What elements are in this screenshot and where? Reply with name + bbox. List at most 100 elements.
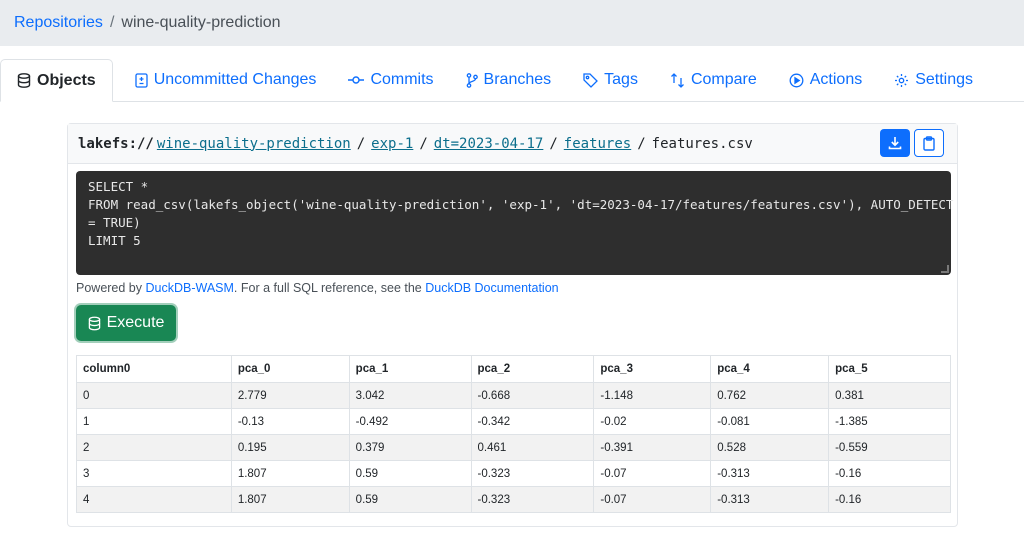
tab-settings[interactable]: Settings [878,59,989,101]
table-cell: 0.195 [230,434,350,461]
breadcrumb: Repositories / wine-quality-prediction [0,0,1024,46]
tab-actions[interactable]: Actions [773,59,878,101]
tab-branches-label: Branches [483,71,552,88]
table-cell: -0.323 [470,486,595,513]
column-header: pca_5 [828,355,951,383]
table-cell: -1.385 [828,408,951,435]
breadcrumb-repositories-link[interactable]: Repositories [14,14,103,32]
table-cell: -0.313 [710,486,830,513]
path-separator: / [549,135,558,152]
gear-icon [894,73,909,88]
breadcrumb-repo-name: wine-quality-prediction [121,14,281,31]
results-header-row: column0 pca_0 pca_1 pca_2 pca_3 pca_4 pc… [76,355,951,383]
tag-icon [583,72,599,88]
branch-icon [466,72,478,88]
tab-uncommitted-changes[interactable]: Uncommitted Changes [119,59,333,101]
path-separator: / [637,135,646,152]
table-cell: -0.07 [593,460,712,487]
column-header: pca_1 [348,355,472,383]
table-cell: -0.081 [710,408,830,435]
path-scheme: lakefs:// [78,135,154,152]
table-row: 4 1.807 0.59 -0.323 -0.07 -0.313 -0.16 [76,486,951,513]
path-features-link[interactable]: features [564,136,631,152]
table-cell: 1.807 [230,460,350,487]
resize-handle[interactable] [941,265,949,273]
download-button[interactable] [880,129,910,157]
sql-line: FROM read_csv(lakefs_object('wine-qualit… [88,197,954,212]
column-header: pca_3 [593,355,712,383]
tab-branches[interactable]: Branches [450,59,568,101]
tab-objects-label: Objects [37,71,96,89]
breadcrumb-separator: / [109,14,115,31]
powered-prefix: Powered by [76,281,146,295]
table-cell: 3 [76,460,232,487]
tab-settings-label: Settings [915,71,974,88]
table-cell: -0.02 [593,408,712,435]
path-separator: / [356,135,366,152]
object-path-header: lakefs:// wine-quality-prediction / exp-… [68,124,957,164]
table-cell: 0.461 [470,434,595,461]
tab-objects[interactable]: Objects [0,59,113,102]
repo-tabs: Objects Uncommitted Changes Commits Bran… [0,59,1024,102]
table-cell: -0.323 [470,460,595,487]
table-cell: -0.313 [710,460,830,487]
table-cell: 3.042 [348,382,472,409]
tab-actions-label: Actions [809,71,863,88]
execute-label: Execute [106,314,165,331]
tab-tags[interactable]: Tags [567,59,654,101]
play-circle-icon [789,73,804,88]
table-row: 3 1.807 0.59 -0.323 -0.07 -0.313 -0.16 [76,460,951,487]
powered-by-text: Powered by DuckDB-WASM. For a full SQL r… [76,281,559,295]
copy-uri-button[interactable] [914,129,944,157]
sql-line: = TRUE) [88,215,141,230]
execute-button[interactable]: Execute [76,305,176,341]
database-icon [88,316,101,331]
table-cell: -0.492 [348,408,472,435]
download-icon [888,136,902,150]
results-table: column0 pca_0 pca_1 pca_2 pca_3 pca_4 pc… [76,355,951,513]
column-header: column0 [76,355,232,383]
tab-uncommitted-changes-label: Uncommitted Changes [153,71,317,88]
table-cell: 0.59 [348,460,472,487]
table-cell: 1.807 [230,486,350,513]
path-file-name: features.csv [651,135,753,152]
object-viewer-card: lakefs:// wine-quality-prediction / exp-… [67,123,958,527]
table-cell: 0.59 [348,486,472,513]
tab-compare-label: Compare [690,71,757,88]
sql-editor[interactable]: SELECT * FROM read_csv(lakefs_object('wi… [76,171,954,275]
table-row: 0 2.779 3.042 -0.668 -1.148 0.762 0.381 [76,382,951,409]
commit-icon [348,75,365,85]
table-cell: 0.379 [348,434,472,461]
table-cell: 0.762 [710,382,830,409]
powered-middle: . For a full SQL reference, see the [233,281,426,295]
table-cell: -0.668 [470,382,595,409]
table-cell: 2 [76,434,232,461]
table-cell: 0 [76,382,232,409]
table-cell: 2.779 [230,382,350,409]
duckdb-docs-link[interactable]: DuckDB Documentation [425,281,558,295]
clipboard-icon [923,135,935,151]
sql-line: LIMIT 5 [88,233,141,248]
column-header: pca_4 [710,355,830,383]
table-cell: -0.559 [828,434,951,461]
duckdb-wasm-link[interactable]: DuckDB-WASM [145,281,233,295]
tab-commits-label: Commits [370,71,434,88]
path-repo-link[interactable]: wine-quality-prediction [157,136,351,152]
table-cell: -0.342 [470,408,595,435]
path-ref-link[interactable]: exp-1 [371,136,413,152]
tab-compare[interactable]: Compare [654,59,773,101]
table-cell: -0.391 [593,434,712,461]
table-cell: 1 [76,408,232,435]
path-dt-link[interactable]: dt=2023-04-17 [434,136,544,152]
table-cell: 4 [76,486,232,513]
tab-tags-label: Tags [604,71,638,88]
tab-commits[interactable]: Commits [332,59,449,101]
database-icon [17,73,31,88]
path-separator: / [419,135,428,152]
sql-line: SELECT * [88,179,149,194]
compare-icon [670,72,685,88]
file-diff-icon [135,72,148,88]
table-cell: 0.381 [828,382,951,409]
table-row: 1 -0.13 -0.492 -0.342 -0.02 -0.081 -1.38… [76,408,951,435]
table-cell: -0.16 [828,486,951,513]
